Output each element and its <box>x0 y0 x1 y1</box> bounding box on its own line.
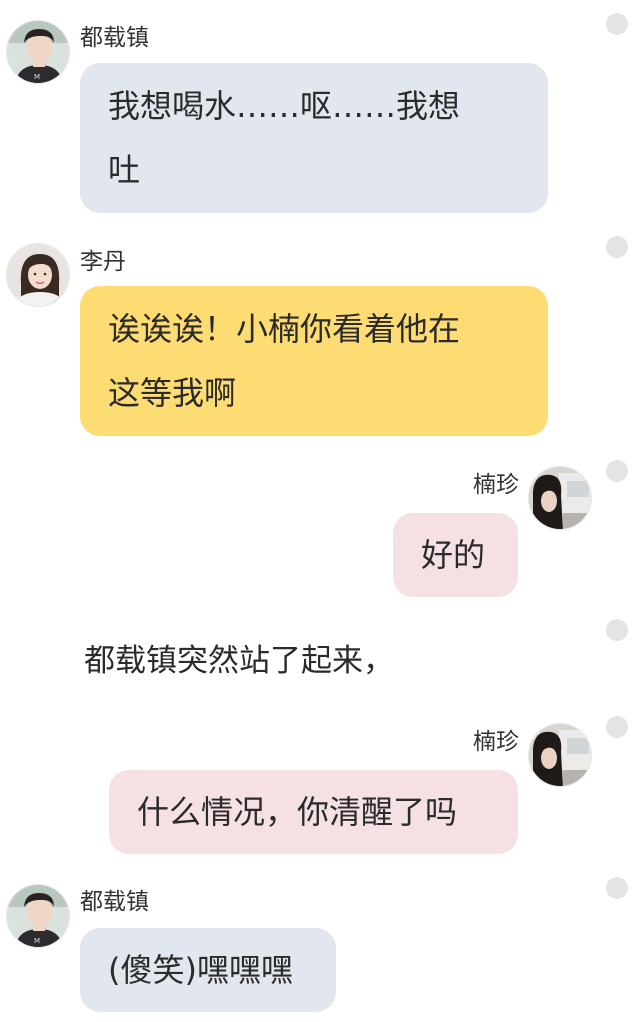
message-bubble[interactable]: 好的 <box>393 513 518 597</box>
more-options-dot[interactable] <box>606 716 628 738</box>
sender-name: 都载镇 <box>80 889 149 915</box>
narration-text: 都载镇突然站了起来， <box>84 643 394 679</box>
message-line: 我想喝水……呕……我想 <box>108 87 461 125</box>
avatar-nanzhen[interactable] <box>528 466 592 530</box>
message-line: 诶诶诶！小楠你看着他在 <box>108 310 461 348</box>
message-line: 这等我啊 <box>108 374 237 412</box>
avatar-lidan-image <box>7 244 69 306</box>
avatar-dojaejin-image: M <box>7 21 69 83</box>
avatar-dojaejin-image: M <box>7 885 69 947</box>
more-options-dot[interactable] <box>606 877 628 899</box>
sender-name: 都载镇 <box>80 25 149 51</box>
avatar-nanzhen[interactable] <box>528 723 592 787</box>
sender-name: 楠珍 <box>473 729 519 755</box>
sender-name: 李丹 <box>80 249 126 275</box>
message-bubble[interactable]: (傻笑)嘿嘿嘿 <box>80 928 336 1012</box>
svg-text:M: M <box>34 73 40 81</box>
sender-name: 楠珍 <box>473 472 519 498</box>
avatar-dojaejin[interactable]: M <box>6 884 70 948</box>
avatar-nanzhen-image <box>529 724 591 786</box>
more-options-dot[interactable] <box>606 619 628 641</box>
more-options-dot[interactable] <box>606 13 628 35</box>
message-bubble[interactable]: 诶诶诶！小楠你看着他在 这等我啊 <box>80 286 548 436</box>
message-line: 吐 <box>108 151 141 189</box>
avatar-lidan[interactable] <box>6 243 70 307</box>
message-bubble[interactable]: 我想喝水……呕……我想 吐 <box>80 63 548 213</box>
avatar-dojaejin[interactable]: M <box>6 20 70 84</box>
more-options-dot[interactable] <box>606 460 628 482</box>
svg-text:M: M <box>34 937 40 945</box>
more-options-dot[interactable] <box>606 236 628 258</box>
message-bubble[interactable]: 什么情况，你清醒了吗 <box>109 770 518 854</box>
avatar-nanzhen-image <box>529 467 591 529</box>
